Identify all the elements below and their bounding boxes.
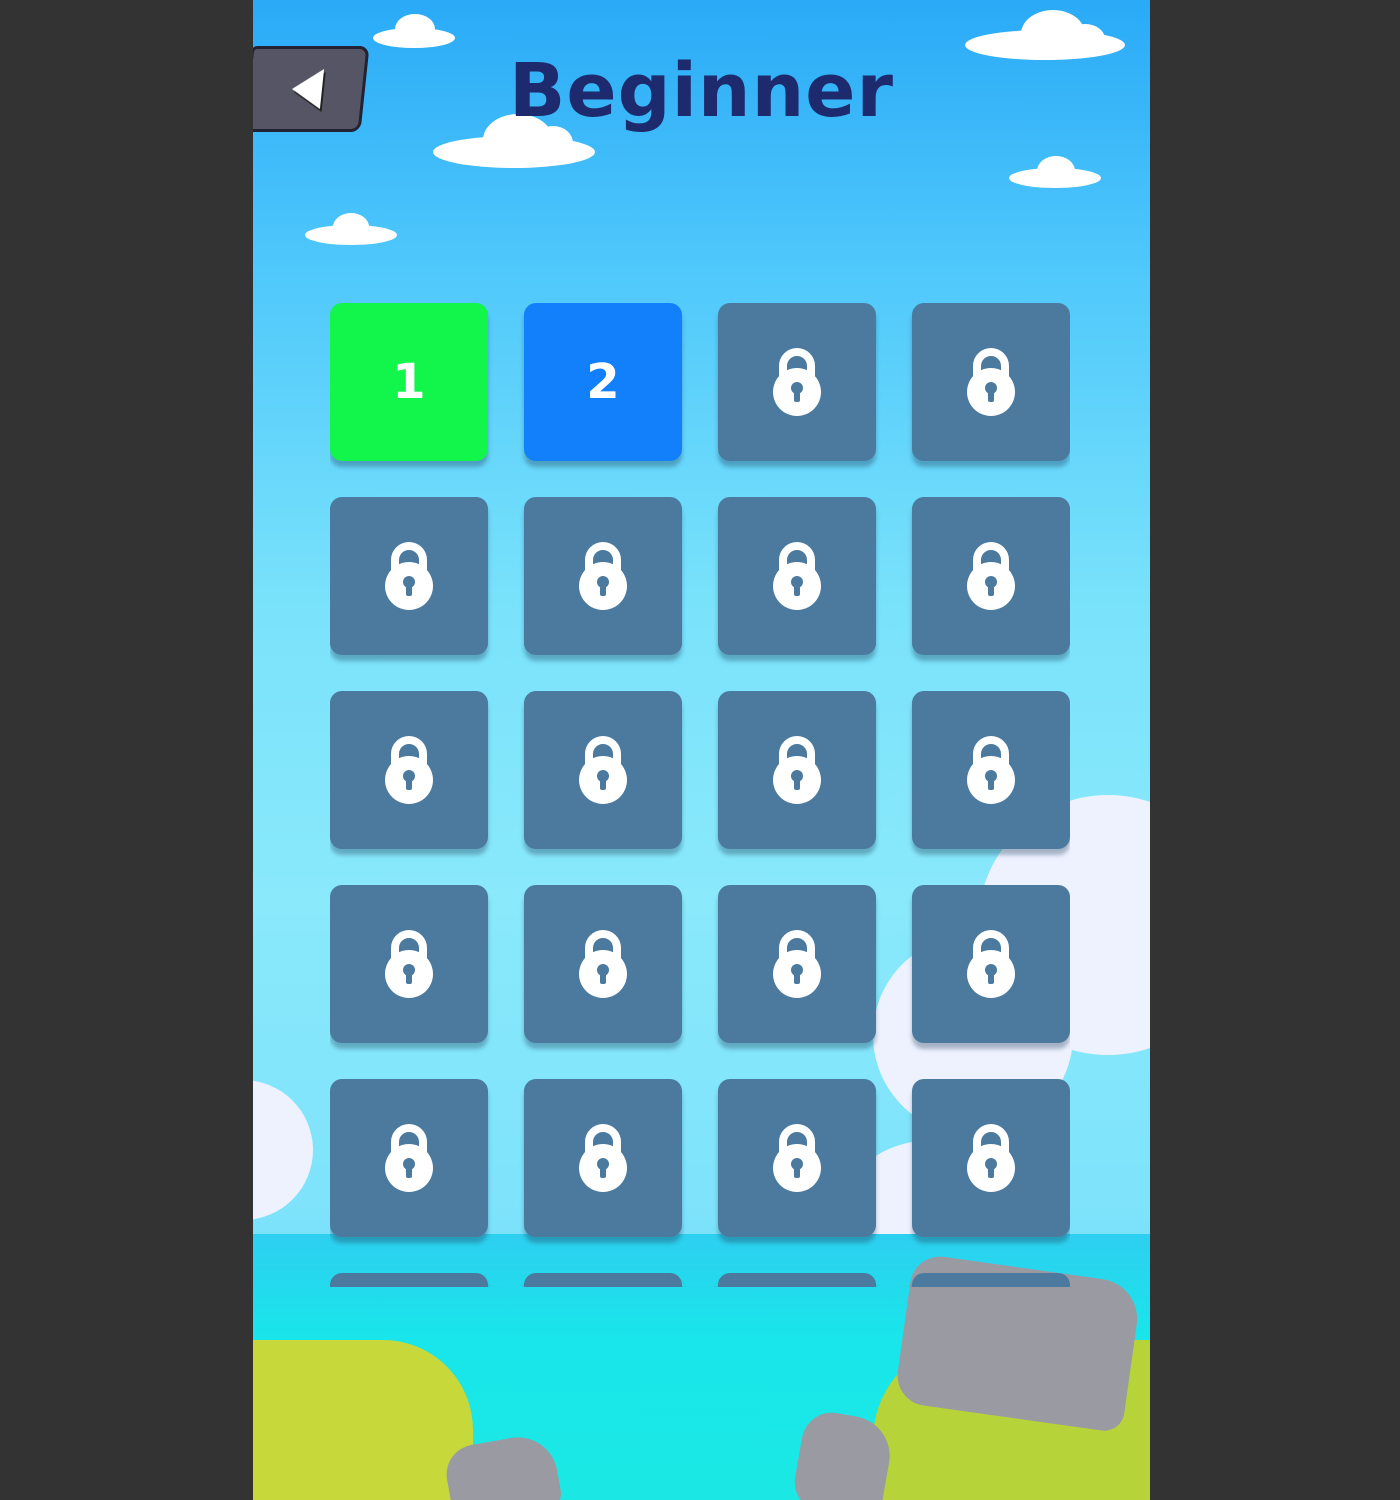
lock-icon [381, 928, 437, 1000]
lock-icon [575, 928, 631, 1000]
lock-icon [963, 734, 1019, 806]
lock-icon [963, 928, 1019, 1000]
lock-icon [381, 540, 437, 612]
cloud [433, 114, 595, 168]
level-tile-18[interactable] [524, 1079, 682, 1237]
level-grid: 12 [330, 303, 1070, 1287]
lock-icon [769, 928, 825, 1000]
level-tile-12[interactable] [912, 691, 1070, 849]
lock-icon [769, 1122, 825, 1194]
lock-icon [963, 540, 1019, 612]
level-tile-3[interactable] [718, 303, 876, 461]
level-tile-17[interactable] [330, 1079, 488, 1237]
lock-icon [575, 734, 631, 806]
lock-icon [963, 1122, 1019, 1194]
level-tile-8[interactable] [912, 497, 1070, 655]
level-tile-20[interactable] [912, 1079, 1070, 1237]
lock-icon [769, 540, 825, 612]
level-tile-15[interactable] [718, 885, 876, 1043]
level-number: 2 [586, 354, 620, 410]
lock-icon [381, 1122, 437, 1194]
level-tile-11[interactable] [718, 691, 876, 849]
level-tile-6[interactable] [524, 497, 682, 655]
lock-icon [381, 734, 437, 806]
page-title: Beginner [509, 48, 894, 134]
level-tile-14[interactable] [524, 885, 682, 1043]
lock-icon [769, 346, 825, 418]
lock-icon [769, 734, 825, 806]
level-tile-4[interactable] [912, 303, 1070, 461]
lock-icon [963, 346, 1019, 418]
level-tile-10[interactable] [524, 691, 682, 849]
cloud [373, 14, 455, 48]
level-tile-16[interactable] [912, 885, 1070, 1043]
cloud [1009, 156, 1101, 188]
level-tile-9[interactable] [330, 691, 488, 849]
level-tile-22[interactable] [524, 1273, 682, 1287]
lock-icon [575, 540, 631, 612]
level-tile-21[interactable] [330, 1273, 488, 1287]
level-tile-13[interactable] [330, 885, 488, 1043]
level-number: 1 [392, 354, 426, 410]
level-tile-7[interactable] [718, 497, 876, 655]
level-tile-5[interactable] [330, 497, 488, 655]
level-tile-19[interactable] [718, 1079, 876, 1237]
lock-icon [575, 1122, 631, 1194]
level-tile-1[interactable]: 1 [330, 303, 488, 461]
game-screen: Beginner 12 [253, 0, 1150, 1500]
background-cloud [253, 1080, 313, 1220]
cloud [305, 213, 397, 245]
level-tile-24[interactable] [912, 1273, 1070, 1287]
level-tile-2[interactable]: 2 [524, 303, 682, 461]
grass-hill [253, 1340, 473, 1500]
level-tile-23[interactable] [718, 1273, 876, 1287]
